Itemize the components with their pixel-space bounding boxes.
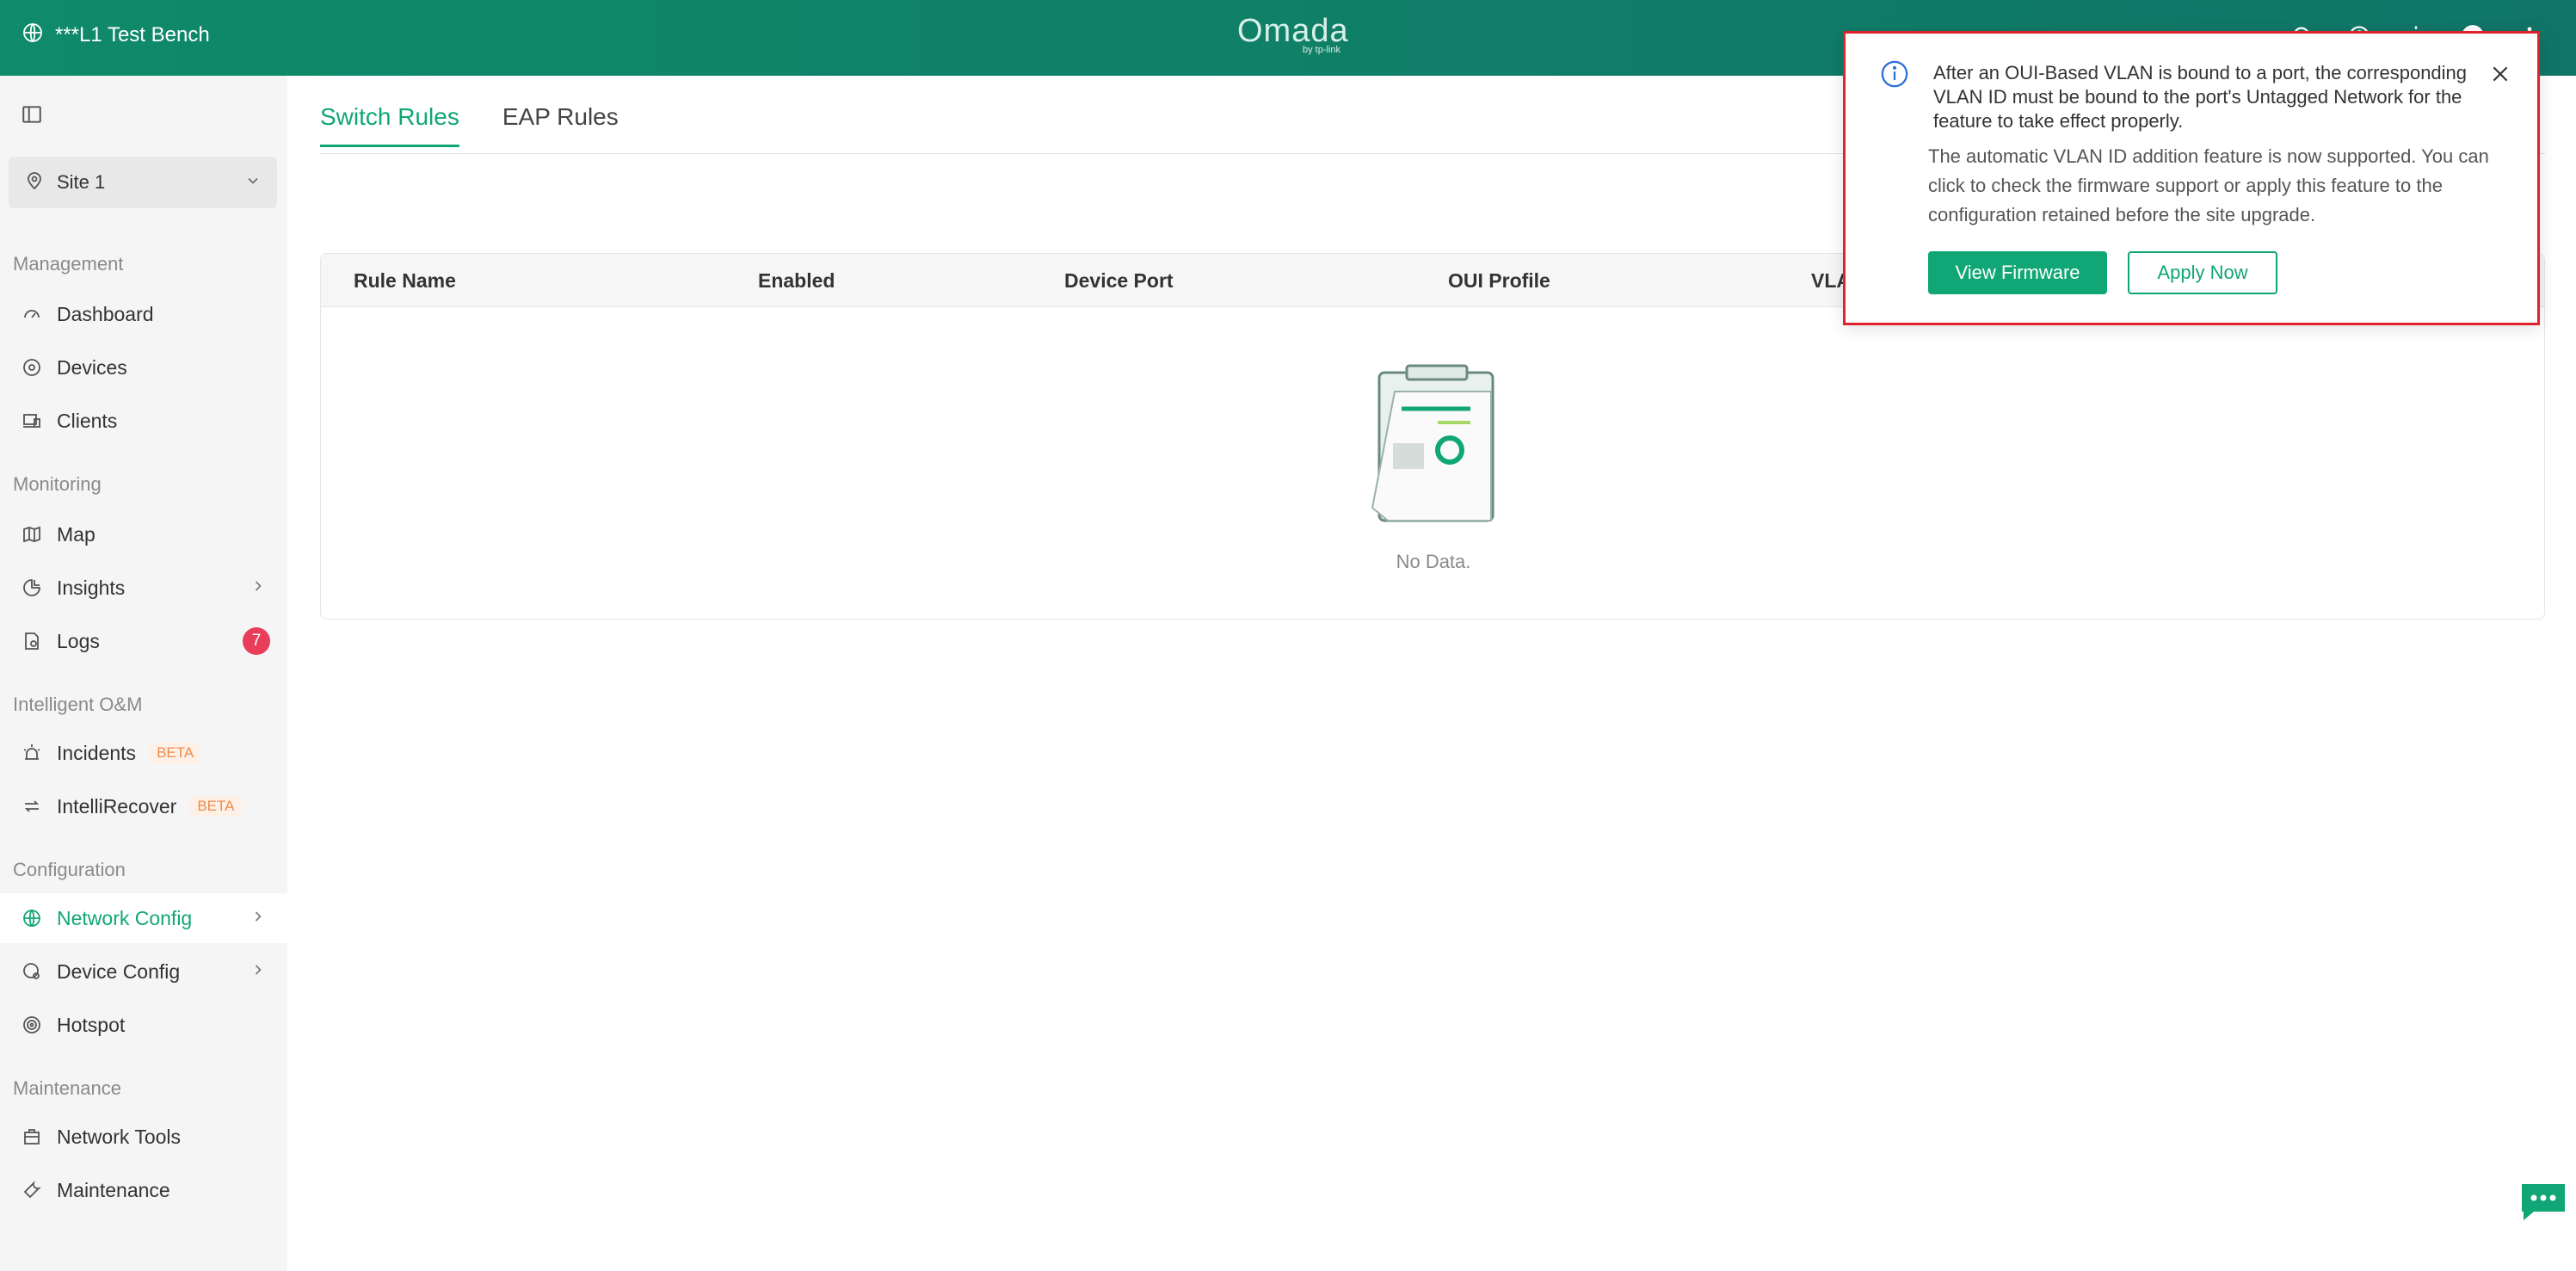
logo-text: Omada	[1237, 13, 1349, 49]
sidebar-item-intellirecover[interactable]: IntelliRecover BETA	[0, 781, 287, 831]
sidebar-item-label: Maintenance	[57, 1178, 170, 1201]
section-maintenance: Maintenance	[13, 1077, 121, 1099]
empty-clipboard-illustration	[1362, 357, 1508, 534]
logs-count-badge: 7	[243, 627, 270, 655]
sidebar-item-network-tools[interactable]: Network Tools	[0, 1112, 287, 1162]
popup-detail: The automatic VLAN ID addition feature i…	[1928, 145, 2489, 225]
sidebar-item-label: Insights	[57, 576, 126, 599]
beta-badge: BETA	[190, 796, 242, 817]
sidebar: Site 1 Management Dashboard Devices Clie…	[0, 76, 287, 1271]
sidebar-item-label: Network Tools	[57, 1125, 182, 1148]
chevron-right-icon	[250, 961, 267, 983]
popup-message: After an OUI-Based VLAN is bound to a po…	[1933, 62, 2468, 132]
sidebar-item-label: Clients	[57, 409, 118, 432]
sidebar-item-map[interactable]: Map	[0, 509, 287, 559]
sidebar-item-device-config[interactable]: Device Config	[0, 947, 287, 996]
device-settings-icon	[19, 959, 45, 984]
devices-icon	[19, 355, 45, 380]
logs-icon	[19, 628, 45, 654]
tab-eap-rules[interactable]: EAP Rules	[502, 103, 619, 147]
sidebar-item-network-config[interactable]: Network Config	[0, 893, 287, 943]
view-firmware-button[interactable]: View Firmware	[1928, 251, 2107, 294]
sidebar-item-hotspot[interactable]: Hotspot	[0, 1000, 287, 1050]
column-header[interactable]: Device Port	[1064, 269, 1174, 293]
location-pin-icon	[24, 170, 45, 195]
section-monitoring: Monitoring	[13, 473, 102, 495]
alarm-icon	[19, 740, 45, 766]
site-name: ***L1 Test Bench	[55, 22, 210, 46]
sidebar-item-logs[interactable]: Logs 7	[0, 616, 287, 666]
omada-logo: Omada by tp-link	[1237, 13, 1349, 55]
sidebar-item-label: Logs	[57, 629, 100, 652]
map-icon	[19, 521, 45, 547]
sidebar-item-label: Map	[57, 522, 96, 546]
chevron-right-icon	[250, 908, 267, 929]
sidebar-item-devices[interactable]: Devices	[0, 342, 287, 392]
tab-switch-rules[interactable]: Switch Rules	[320, 103, 459, 147]
site-selector-label: Site 1	[57, 171, 106, 193]
site-selector[interactable]: Site 1	[9, 157, 277, 208]
sidebar-item-label: Hotspot	[57, 1013, 126, 1036]
sidebar-item-dashboard[interactable]: Dashboard	[0, 289, 287, 339]
sidebar-item-label: Network Config	[57, 906, 193, 929]
clients-icon	[19, 408, 45, 434]
info-icon	[1880, 59, 1909, 93]
section-management: Management	[13, 253, 124, 275]
vlan-notice-popup: After an OUI-Based VLAN is bound to a po…	[1843, 31, 2540, 325]
chevron-right-icon	[250, 577, 267, 599]
apply-now-button[interactable]: Apply Now	[2128, 251, 2277, 294]
chat-support-icon[interactable]	[2518, 1181, 2568, 1224]
sidebar-item-incidents[interactable]: Incidents BETA	[0, 728, 287, 778]
sidebar-item-label: IntelliRecover	[57, 794, 177, 818]
recover-icon	[19, 793, 45, 819]
column-header[interactable]: Rule Name	[354, 269, 456, 293]
sidebar-item-maintenance[interactable]: Maintenance	[0, 1165, 287, 1215]
dashboard-icon	[19, 301, 45, 327]
section-intelligent: Intelligent O&M	[13, 694, 143, 715]
section-configuration: Configuration	[13, 859, 126, 880]
sidebar-item-label: Incidents	[57, 741, 137, 764]
empty-state-text: No Data.	[1396, 551, 1471, 572]
sidebar-item-label: Devices	[57, 355, 127, 379]
sidebar-item-label: Dashboard	[57, 302, 154, 325]
column-header[interactable]: Enabled	[758, 269, 835, 293]
sidebar-item-clients[interactable]: Clients	[0, 396, 287, 446]
beta-badge: BETA	[150, 743, 201, 763]
sidebar-item-label: Device Config	[57, 959, 181, 983]
hotspot-icon	[19, 1012, 45, 1038]
pie-chart-icon	[19, 575, 45, 601]
chevron-down-icon	[244, 172, 262, 194]
sidebar-collapse-icon[interactable]	[21, 103, 43, 130]
close-icon[interactable]	[2489, 63, 2511, 89]
sidebar-item-insights[interactable]: Insights	[0, 563, 287, 613]
column-header[interactable]: OUI Profile	[1448, 269, 1550, 293]
globe-icon	[22, 22, 43, 47]
site-title[interactable]: ***L1 Test Bench	[22, 22, 210, 47]
rule-tabs: Switch Rules EAP Rules	[320, 103, 619, 147]
wrench-icon	[19, 1177, 45, 1203]
globe-icon	[19, 905, 45, 931]
toolbox-icon	[19, 1124, 45, 1150]
